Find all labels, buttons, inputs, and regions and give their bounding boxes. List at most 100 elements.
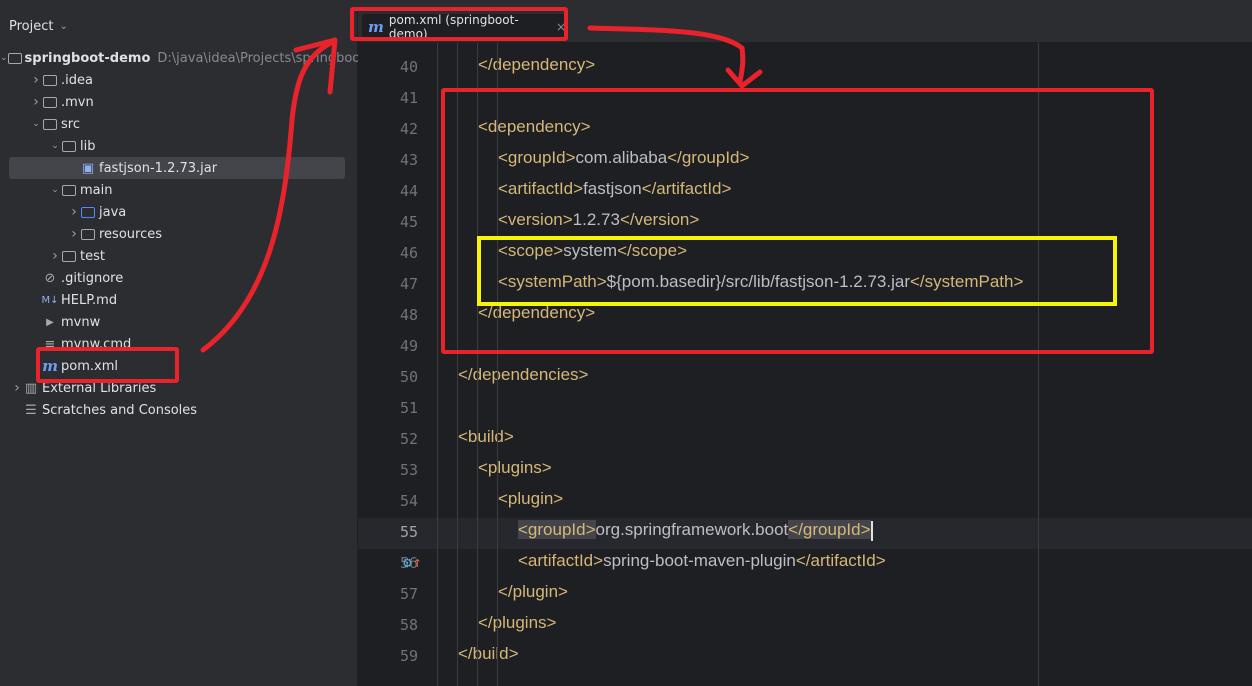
xml-text: spring-boot-maven-plugin	[603, 551, 796, 570]
line-number: 52	[399, 430, 418, 448]
indent-guide	[437, 43, 438, 686]
tree-item-label: test	[80, 248, 105, 264]
tree-item-label: main	[80, 182, 113, 198]
chevron-down-icon[interactable]: ⌄	[49, 185, 61, 195]
terminal-icon: ▶	[46, 316, 54, 328]
chevron-down-icon[interactable]: ⌄	[49, 141, 61, 151]
chevron-right-icon[interactable]: ›	[30, 94, 42, 110]
code-line-55[interactable]: <groupId>org.springframework.boot</group…	[518, 520, 873, 541]
line-number: 46	[399, 244, 418, 262]
tree-item-label: resources	[99, 226, 163, 242]
tree-item-label: fastjson-1.2.73.jar	[99, 160, 218, 176]
xml-tag: <plugin>	[498, 489, 564, 508]
line-number: 45	[399, 213, 418, 231]
text-caret	[870, 520, 873, 541]
tree-item-label: .mvn	[61, 94, 94, 110]
tree-item-java[interactable]: › java	[0, 201, 357, 223]
tree-item-resources[interactable]: › resources	[0, 223, 357, 245]
annotation-red-box-dependency	[441, 88, 1154, 354]
chevron-right-icon[interactable]: ›	[68, 226, 80, 242]
annotation-red-box-tab	[350, 7, 568, 41]
folder-icon	[42, 116, 58, 132]
tree-item-src[interactable]: ⌄ src	[0, 113, 357, 135]
code-line-58[interactable]: </plugins>	[478, 613, 556, 633]
folder-icon	[61, 248, 77, 264]
code-line-57[interactable]: </plugin>	[498, 582, 568, 602]
tree-item-label: lib	[80, 138, 96, 154]
scratches-icon: ☰	[25, 402, 37, 418]
tree-item-label: Scratches and Consoles	[42, 402, 198, 418]
tree-item-label: src	[61, 116, 80, 132]
tree-item-label: .idea	[61, 72, 93, 88]
folder-icon	[42, 94, 58, 110]
code-line-53[interactable]: <plugins>	[478, 458, 552, 478]
title-bar	[0, 0, 1252, 10]
tree-item-label: springboot-demo	[24, 50, 151, 66]
line-number: 49	[399, 337, 418, 355]
annotation-yellow-box-scope	[477, 236, 1117, 306]
tree-item-idea[interactable]: › .idea	[0, 69, 357, 91]
code-line-59[interactable]: </build>	[458, 644, 519, 664]
tree-item-label: .gitignore	[61, 270, 124, 286]
module-folder-icon	[7, 50, 22, 66]
line-number: 58	[399, 616, 418, 634]
line-number: 51	[399, 399, 418, 417]
chevron-down-icon[interactable]: ⌄	[59, 21, 67, 32]
tree-item-mvnw[interactable]: ▶ mvnw	[0, 311, 357, 333]
line-number: 55	[399, 523, 418, 541]
jar-icon: ▣	[81, 160, 95, 176]
resources-folder-icon	[80, 226, 96, 242]
tree-item-mvn[interactable]: › .mvn	[0, 91, 357, 113]
tree-item-label: mvnw	[61, 314, 101, 330]
code-line-54[interactable]: <plugin>	[498, 489, 563, 509]
line-number: 54	[399, 492, 418, 510]
tree-item-main[interactable]: ⌄ main	[0, 179, 357, 201]
line-number: 40	[399, 58, 418, 76]
gutter-run-icon[interactable]: ⚙↑	[402, 556, 422, 570]
line-number: 41	[399, 89, 418, 107]
xml-tag: <build>	[458, 427, 514, 446]
source-folder-icon	[80, 204, 96, 220]
xml-tag: </plugins>	[478, 613, 557, 632]
markdown-icon: M↓	[41, 294, 59, 306]
project-panel-title: Project	[9, 18, 54, 34]
line-number: 48	[399, 306, 418, 324]
tree-item-label: HELP.md	[61, 292, 118, 308]
folder-icon	[42, 72, 58, 88]
tree-item-lib[interactable]: ⌄ lib	[0, 135, 357, 157]
tree-item-gitignore[interactable]: ⊘ .gitignore	[0, 267, 357, 289]
line-number: 42	[399, 120, 418, 138]
tree-item-label: java	[99, 204, 127, 220]
line-number: 43	[399, 151, 418, 169]
xml-tag: </build>	[458, 644, 519, 663]
line-number: 47	[399, 275, 418, 293]
xml-tag: </groupId>	[788, 520, 871, 539]
chevron-right-icon[interactable]: ›	[30, 72, 42, 88]
project-panel-header[interactable]: Project ⌄	[0, 10, 357, 42]
chevron-right-icon[interactable]: ›	[11, 380, 23, 396]
folder-icon	[61, 182, 77, 198]
folder-icon	[61, 138, 77, 154]
chevron-down-icon[interactable]: ⌄	[30, 119, 42, 129]
tree-item-springboot-demo[interactable]: ⌄ springboot-demo D:\java\idea\Projects\sp…	[0, 47, 407, 69]
tree-item-test[interactable]: › test	[0, 245, 357, 267]
code-line-52[interactable]: <build>	[458, 427, 514, 447]
line-number: 53	[399, 461, 418, 479]
line-number: 57	[399, 585, 418, 603]
code-line-56[interactable]: <artifactId>spring-boot-maven-plugin</ar…	[518, 551, 886, 571]
code-line-40[interactable]: </dependency>	[478, 55, 595, 75]
tree-item-fastjson-1-2-73-jar[interactable]: ▣ fastjson-1.2.73.jar	[0, 157, 357, 179]
annotation-red-box-pom	[36, 347, 179, 383]
chevron-right-icon[interactable]: ›	[49, 248, 61, 264]
xml-tag: <artifactId>	[518, 551, 604, 570]
xml-tag: <plugins>	[478, 458, 552, 477]
chevron-right-icon[interactable]: ›	[68, 204, 80, 220]
tree-item-scratches-and-consoles[interactable]: ☰ Scratches and Consoles	[0, 399, 357, 421]
xml-tag: </plugin>	[498, 582, 568, 601]
xml-tag: </dependency>	[478, 55, 596, 74]
xml-tag: <groupId>	[518, 520, 596, 539]
xml-tag: </artifactId>	[795, 551, 886, 570]
ignore-file-icon: ⊘	[44, 270, 56, 286]
tree-item-help-md[interactable]: M↓ HELP.md	[0, 289, 357, 311]
chevron-down-icon[interactable]: ⌄	[0, 53, 8, 63]
